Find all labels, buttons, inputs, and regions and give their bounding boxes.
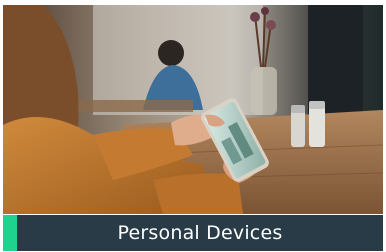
card-title[interactable]: Personal Devices <box>17 215 383 251</box>
smartphone-cafe-photo <box>3 5 383 214</box>
caption-bar: Personal Devices <box>3 215 383 251</box>
accent-stripe <box>3 215 17 251</box>
personal-devices-card[interactable]: Personal Devices <box>1 1 385 251</box>
